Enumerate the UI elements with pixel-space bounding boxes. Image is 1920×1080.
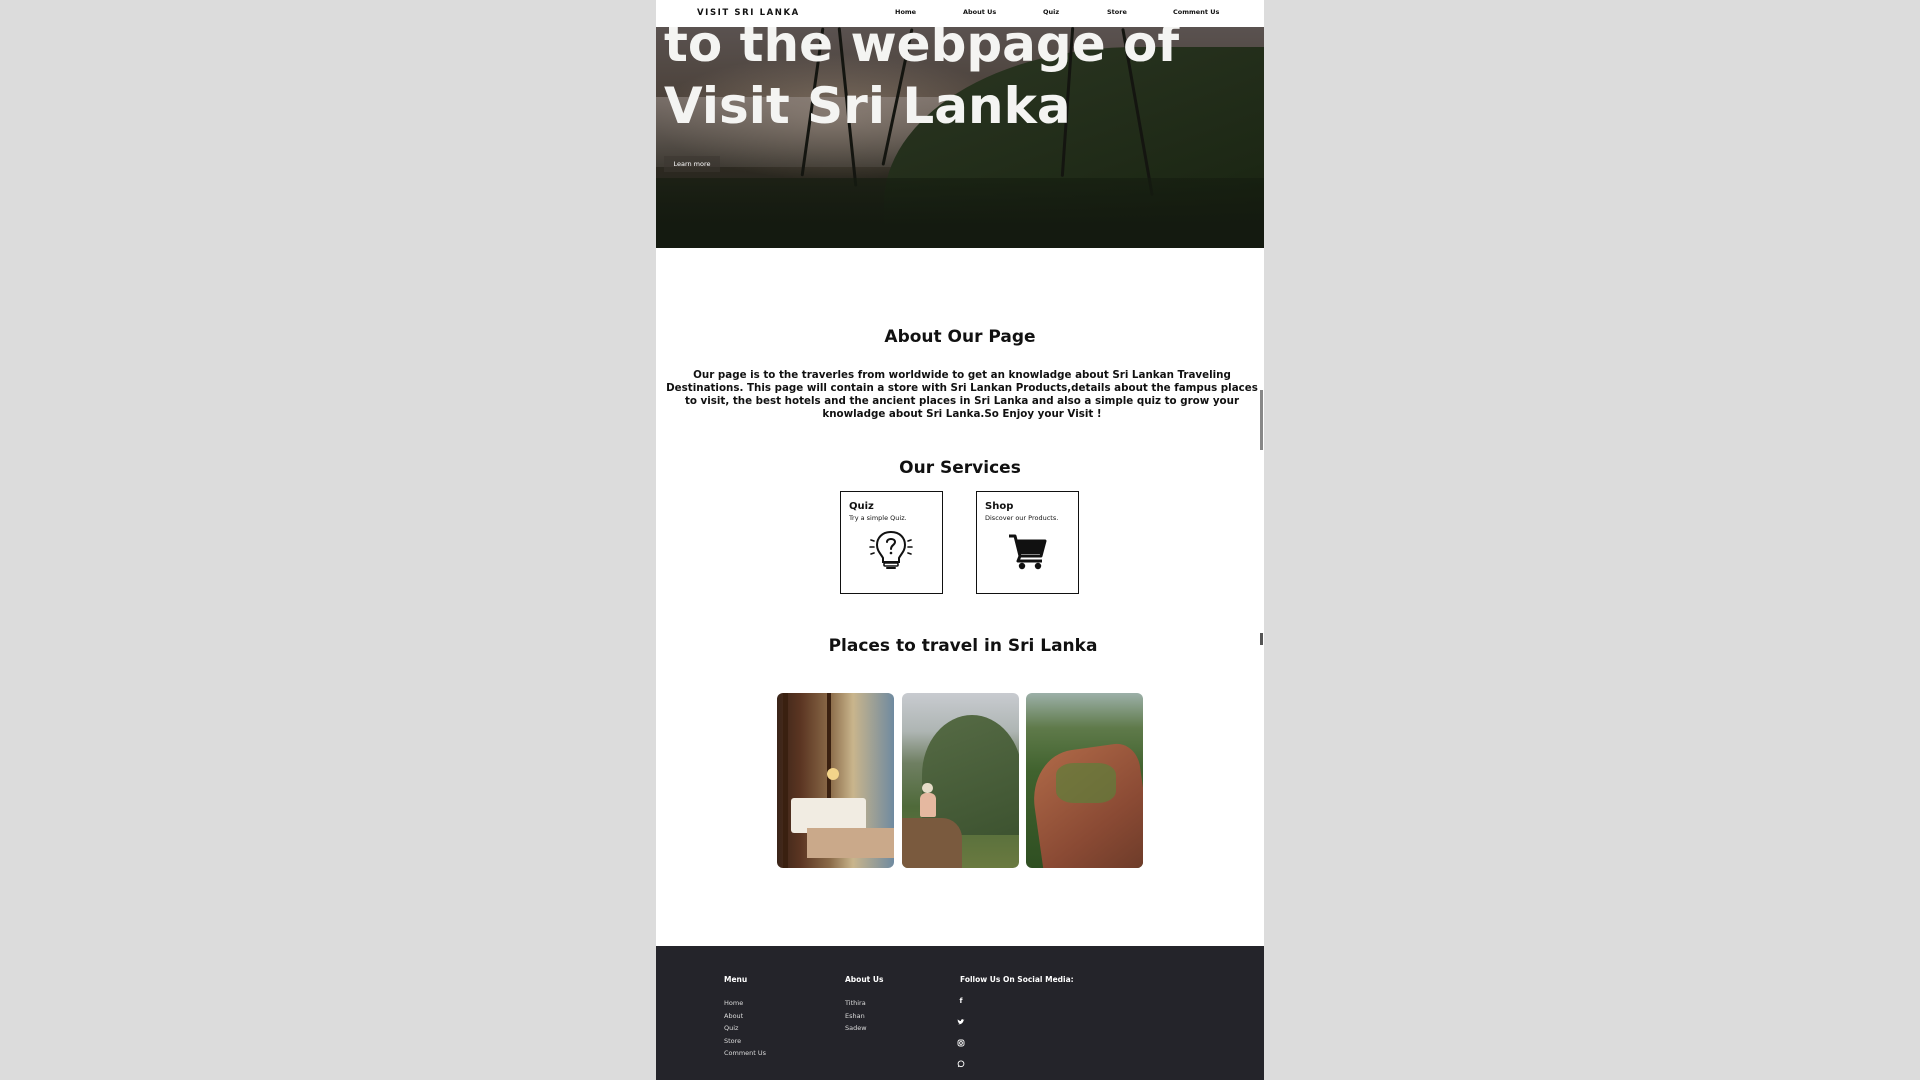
- hero-banner: to the webpage of Visit Sri Lanka Learn …: [656, 27, 1264, 248]
- footer-author-link[interactable]: Eshan: [845, 1012, 865, 1020]
- scrollbar-marker: [1260, 633, 1263, 645]
- footer-social-heading: Follow Us On Social Media:: [960, 975, 1074, 984]
- instagram-icon[interactable]: [957, 1039, 965, 1047]
- nav-link-home[interactable]: Home: [895, 8, 916, 16]
- rock-ledge: [902, 818, 962, 868]
- about-heading: About Our Page: [884, 327, 1036, 347]
- bedpost: [783, 693, 788, 868]
- whatsapp-icon[interactable]: [957, 1060, 965, 1068]
- sigiriya-rock-photo: [1026, 693, 1143, 868]
- footer-menu-heading: Menu: [724, 975, 748, 984]
- hero-title: to the webpage of Visit Sri Lanka: [664, 27, 1264, 137]
- rock-fortress: [1027, 740, 1143, 868]
- footer-link-quiz[interactable]: Quiz: [724, 1024, 738, 1032]
- hotel-bedroom-photo: [777, 693, 894, 868]
- service-card-subtitle: Discover our Products.: [985, 514, 1059, 522]
- facebook-icon[interactable]: f: [957, 997, 965, 1005]
- lightbulb-question-icon: [869, 530, 913, 569]
- services-heading: Our Services: [899, 458, 1021, 478]
- service-card-shop[interactable]: Shop Discover our Products.: [976, 491, 1079, 594]
- service-card-subtitle: Try a simple Quiz.: [849, 514, 907, 522]
- hiker-cap: [922, 783, 933, 793]
- mountain: [922, 715, 1019, 835]
- brand-logo[interactable]: VISIT SRI LANKA: [697, 8, 800, 18]
- footer: Menu Home About Quiz Store Comment Us Ab…: [656, 946, 1264, 1080]
- hero-title-line1: to the webpage of: [664, 27, 1180, 73]
- nav-link-comment-us[interactable]: Comment Us: [1173, 8, 1219, 16]
- service-card-title: Quiz: [849, 501, 874, 512]
- service-card-title: Shop: [985, 501, 1014, 512]
- footer-link-home[interactable]: Home: [724, 999, 743, 1007]
- scrollbar-thumb[interactable]: [1260, 390, 1263, 450]
- mountain-hiker-photo: [902, 693, 1019, 868]
- footer-link-store[interactable]: Store: [724, 1037, 741, 1045]
- footer-link-about[interactable]: About: [724, 1012, 743, 1020]
- places-heading: Places to travel in Sri Lanka: [828, 636, 1098, 656]
- hiker: [920, 793, 936, 817]
- shopping-cart-icon: [1009, 534, 1047, 570]
- page: VISIT SRI LANKA Home About Us Quiz Store…: [656, 0, 1264, 1080]
- hero-title-line2: Visit Sri Lanka: [664, 77, 1071, 135]
- twitter-icon[interactable]: [957, 1018, 965, 1026]
- learn-more-button[interactable]: Learn more: [664, 156, 720, 172]
- footer-author-link[interactable]: Tithira: [845, 999, 866, 1007]
- footer-author-link[interactable]: Sadew: [845, 1024, 867, 1032]
- bench: [807, 828, 894, 858]
- nav-link-about-us[interactable]: About Us: [963, 8, 996, 16]
- hero-foliage: [656, 178, 1264, 248]
- service-card-quiz[interactable]: Quiz Try a simple Quiz.: [840, 491, 943, 594]
- lamp: [827, 768, 839, 780]
- footer-about-heading: About Us: [845, 975, 884, 984]
- top-navbar: VISIT SRI LANKA Home About Us Quiz Store…: [656, 0, 1264, 27]
- nav-link-quiz[interactable]: Quiz: [1043, 8, 1059, 16]
- rock-top-ruins: [1056, 763, 1116, 803]
- nav-link-store[interactable]: Store: [1107, 8, 1127, 16]
- footer-link-comment-us[interactable]: Comment Us: [724, 1049, 766, 1057]
- about-text: Our page is to the traverles from worldw…: [666, 369, 1258, 420]
